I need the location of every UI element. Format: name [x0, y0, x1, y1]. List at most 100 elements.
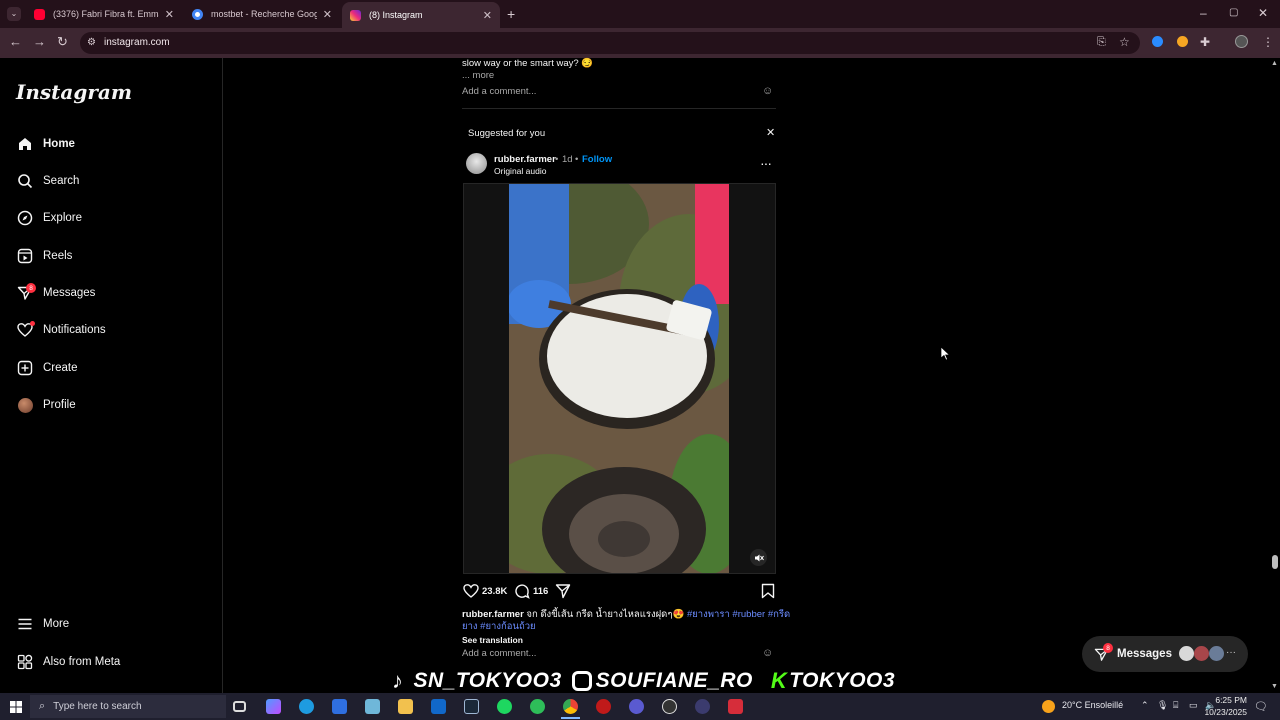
dismiss-suggestion-icon[interactable]: ✕	[766, 126, 775, 139]
forward-icon[interactable]: →	[33, 35, 46, 48]
tab-search-button[interactable]: ⌄	[7, 7, 21, 21]
spotify-icon[interactable]	[497, 699, 512, 714]
display-icon[interactable]: ▭	[1189, 700, 1198, 711]
mute-toggle[interactable]	[750, 549, 767, 566]
new-tab-icon[interactable]: +	[507, 7, 515, 21]
file-explorer-icon[interactable]	[398, 699, 413, 714]
instagram-handle: SOUFIANE_RO	[595, 669, 753, 692]
bookmark-icon	[761, 583, 775, 599]
windows-start-icon[interactable]	[10, 701, 22, 713]
scroll-down-arrow[interactable]: ▼	[1271, 683, 1278, 690]
maximize-icon[interactable]: ▢	[1229, 7, 1238, 19]
address-bar[interactable]	[80, 32, 1140, 54]
tab-title: (3376) Fabri Fibra ft. Emma, Bai	[53, 9, 159, 19]
bookmark-star-icon[interactable]: ☆	[1119, 36, 1130, 48]
app-icon[interactable]	[530, 699, 545, 714]
sidebar-item-home[interactable]: Home	[16, 132, 75, 156]
chrome-icon[interactable]	[695, 699, 710, 714]
install-app-icon[interactable]: ⎘	[1097, 36, 1106, 48]
comment-button[interactable]	[514, 583, 530, 599]
microphone-icon[interactable]: 🎙	[1157, 700, 1168, 711]
taskbar-search-box[interactable]: ⌕ Type here to search	[30, 695, 226, 718]
sidebar-item-also-from-meta[interactable]: Also from Meta	[16, 650, 120, 674]
notification-center-icon[interactable]: 🗨	[1254, 700, 1268, 713]
follow-button[interactable]: Follow	[582, 154, 612, 165]
outlook-icon[interactable]	[431, 699, 446, 714]
emoji-icon[interactable]: ☺	[762, 85, 773, 97]
app-icon[interactable]	[596, 699, 611, 714]
browser-menu-icon[interactable]: ⋮	[1262, 36, 1274, 48]
instagram-icon	[571, 671, 592, 691]
app-icon[interactable]	[728, 699, 743, 714]
scroll-up-arrow[interactable]: ▲	[1271, 60, 1278, 67]
reel-frame[interactable]	[509, 184, 729, 573]
sidebar-item-explore[interactable]: Explore	[16, 206, 82, 230]
sidebar-item-profile[interactable]: Profile	[16, 393, 76, 417]
scrollbar-thumb[interactable]	[1272, 555, 1278, 569]
see-translation-link[interactable]: See translation	[462, 635, 523, 645]
save-button[interactable]	[761, 583, 775, 599]
tab-instagram[interactable]: (8) Instagram ✕	[342, 2, 500, 28]
caption-hashtags-line-2[interactable]: ยาง #ยางก้อนถ้วย	[462, 619, 536, 634]
instagram-icon	[350, 9, 361, 21]
sidebar-item-search[interactable]: Search	[16, 169, 79, 193]
minimize-icon[interactable]: –	[1200, 7, 1207, 19]
tray-chevron-icon[interactable]: ⌃	[1141, 700, 1149, 711]
tab-title: (8) Instagram	[369, 10, 423, 20]
profile-avatar[interactable]	[1235, 35, 1248, 48]
comment-input[interactable]: Add a comment...	[462, 648, 536, 659]
tab-google[interactable]: mostbet - Recherche Google ✕	[184, 2, 340, 26]
network-icon[interactable]: ⌸	[1173, 700, 1178, 711]
sidebar-item-create[interactable]: Create	[16, 356, 78, 380]
chrome-icon[interactable]	[629, 699, 644, 714]
weather-text[interactable]: 20°C Ensoleillé	[1062, 700, 1123, 710]
store-icon[interactable]	[332, 699, 347, 714]
task-view-icon[interactable]	[233, 701, 246, 712]
post-dot-separator: •	[575, 154, 579, 165]
site-info-icon[interactable]: ⚙	[87, 37, 96, 49]
close-window-icon[interactable]: ✕	[1258, 7, 1268, 19]
weather-icon[interactable]	[1042, 700, 1055, 713]
extensions-puzzle-icon[interactable]: ✚	[1200, 36, 1210, 48]
instagram-logo[interactable]: Instagram	[16, 80, 132, 104]
like-count[interactable]: 23.8K	[482, 586, 507, 597]
page-scrollbar[interactable]	[1269, 58, 1280, 693]
previous-post-comment-input[interactable]: Add a comment...	[462, 86, 536, 97]
sidebar-item-reels[interactable]: Reels	[16, 244, 72, 268]
post-divider	[462, 108, 776, 109]
post-audio[interactable]: Original audio	[494, 166, 546, 176]
reload-icon[interactable]: ↻	[57, 35, 68, 48]
edge-icon[interactable]	[299, 699, 314, 714]
chrome-icon[interactable]	[563, 699, 578, 714]
clock-date[interactable]: 10/23/2025	[1201, 707, 1247, 717]
notepad-icon[interactable]	[365, 699, 380, 714]
tab-youtube[interactable]: (3376) Fabri Fibra ft. Emma, Bai ✕	[26, 2, 182, 26]
like-button[interactable]	[463, 583, 479, 599]
comment-count[interactable]: 116	[533, 586, 548, 597]
search-icon: ⌕	[39, 700, 46, 712]
extension-icon[interactable]	[1152, 36, 1163, 47]
steam-icon[interactable]	[464, 699, 479, 714]
emoji-icon[interactable]: ☺	[762, 647, 773, 659]
close-tab-icon[interactable]: ✕	[483, 9, 492, 22]
clock-time[interactable]: 6:25 PM	[1209, 695, 1247, 705]
share-button[interactable]	[555, 583, 571, 599]
tiktok-handle: SN_TOKYOO3	[413, 669, 562, 692]
extension-icon[interactable]	[1177, 36, 1188, 47]
post-dot-separator: •	[555, 154, 559, 165]
plus-square-icon	[16, 359, 34, 377]
copilot-icon[interactable]	[266, 699, 281, 714]
previous-post-more-link[interactable]: ... more	[462, 70, 494, 81]
post-options-icon[interactable]: ···	[760, 155, 772, 171]
back-icon[interactable]: ←	[9, 35, 22, 48]
caption-hashtags[interactable]: #ยางพารา #rubber #กรีด	[687, 609, 790, 620]
post-author-avatar[interactable]	[466, 153, 487, 174]
post-age: 1d	[562, 154, 573, 165]
sidebar-item-more[interactable]: More	[16, 612, 69, 636]
app-icon[interactable]	[662, 699, 677, 714]
notification-dot	[30, 321, 35, 326]
close-tab-icon[interactable]: ✕	[323, 8, 332, 21]
close-tab-icon[interactable]: ✕	[165, 8, 174, 21]
youtube-icon	[34, 8, 45, 20]
post-author-username[interactable]: rubber.farmer	[494, 154, 556, 165]
